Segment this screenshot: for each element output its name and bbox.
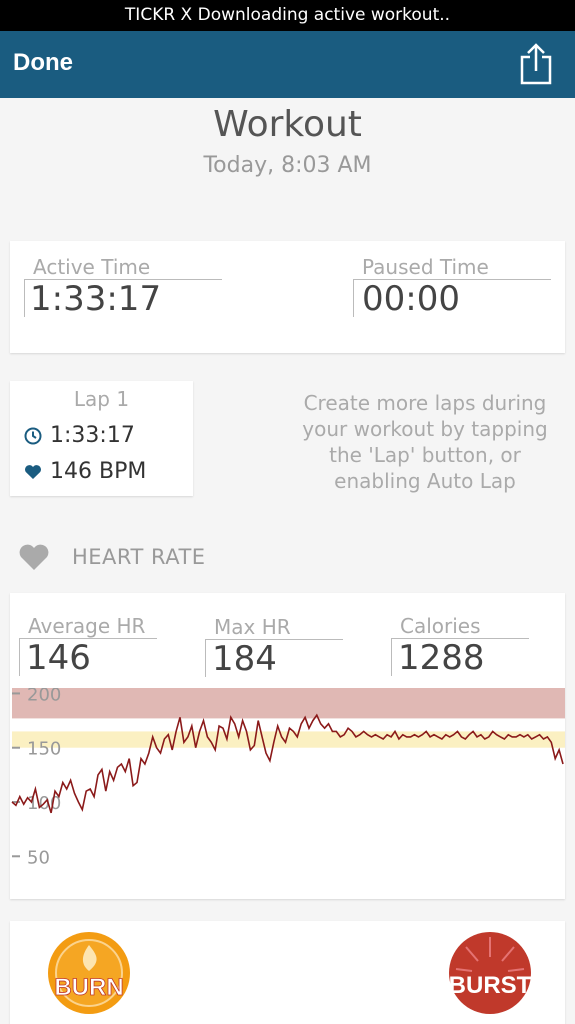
heart-icon bbox=[25, 464, 41, 479]
heart-rate-chart: 20015010050 bbox=[11, 688, 565, 868]
badges-card: BURN BURST bbox=[10, 921, 565, 1024]
y-tick-label: 200 bbox=[27, 688, 61, 705]
nav-bar: Done bbox=[0, 31, 575, 98]
divider bbox=[353, 279, 354, 317]
lap-time-row: 1:33:17 bbox=[24, 423, 135, 448]
status-bar: TICKR X Downloading active workout.. bbox=[0, 0, 575, 31]
done-button[interactable]: Done bbox=[13, 49, 73, 77]
heart-rate-section-header: HEART RATE bbox=[18, 543, 206, 571]
calories-value: 1288 bbox=[398, 638, 485, 678]
page-title: Workout bbox=[213, 104, 362, 145]
avg-hr-label: Average HR bbox=[28, 614, 146, 638]
lap-title: Lap 1 bbox=[73, 387, 130, 411]
divider bbox=[19, 638, 20, 676]
lap-bpm-row: 146 BPM bbox=[24, 459, 146, 484]
lap-bpm-value: 146 BPM bbox=[50, 459, 147, 484]
heart-rate-line bbox=[11, 713, 564, 814]
active-time-value: 1:33:17 bbox=[30, 279, 162, 319]
burst-label: BURST bbox=[449, 972, 532, 999]
clock-icon bbox=[24, 427, 42, 444]
divider bbox=[391, 638, 392, 676]
heart-icon bbox=[19, 544, 49, 570]
divider bbox=[205, 639, 206, 677]
lap-card: Lap 1 1:33:17 146 BPM bbox=[10, 381, 193, 496]
lap-hint: Create more laps during your workout by … bbox=[302, 391, 548, 493]
share-icon[interactable] bbox=[518, 41, 554, 87]
active-time-label: Active Time bbox=[33, 255, 151, 279]
lap-time-value: 1:33:17 bbox=[50, 423, 135, 448]
y-tick-label: 50 bbox=[27, 847, 50, 868]
burn-badge[interactable]: BURN bbox=[47, 931, 131, 1015]
hr-zone-0 bbox=[12, 688, 565, 719]
max-hr-value: 184 bbox=[212, 639, 277, 679]
avg-hr-value: 146 bbox=[26, 638, 91, 678]
y-tick-label: 150 bbox=[27, 739, 61, 760]
paused-time-value: 00:00 bbox=[362, 279, 460, 319]
burst-badge[interactable]: BURST bbox=[448, 931, 532, 1015]
max-hr-label: Max HR bbox=[214, 615, 291, 639]
divider bbox=[24, 279, 25, 317]
heart-rate-label: HEART RATE bbox=[72, 545, 206, 569]
status-text: TICKR X Downloading active workout.. bbox=[124, 5, 451, 25]
page-subtitle: Today, 8:03 AM bbox=[203, 153, 372, 178]
time-card: Active Time 1:33:17 Paused Time 00:00 bbox=[10, 241, 565, 353]
burn-label: BURN bbox=[54, 974, 123, 1001]
paused-time-label: Paused Time bbox=[362, 255, 489, 279]
calories-label: Calories bbox=[400, 614, 481, 638]
